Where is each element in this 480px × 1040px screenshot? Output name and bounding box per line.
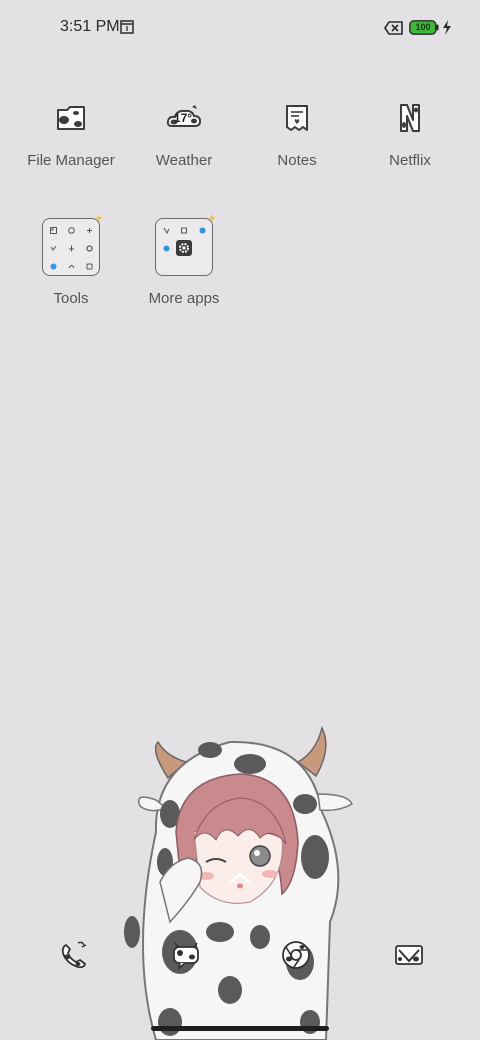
battery-level: 100 [415,22,431,32]
mini-app-icon [181,227,187,234]
mini-app-icon [87,228,92,233]
folder-more-apps[interactable]: More apps [124,214,244,307]
tools-folder-icon [42,214,103,276]
settings-gear-icon [176,240,192,256]
app-label: Weather [155,152,213,169]
app-label: Netflix [389,152,431,169]
mini-app-icon [68,265,75,269]
app-label: Notes [277,152,317,169]
weather-cloud-icon: 17° [166,105,202,127]
phone-cow-icon[interactable] [58,939,90,971]
messages-cow-icon[interactable] [170,939,202,971]
mini-app-icon [69,245,74,252]
mini-app-icon [199,227,206,234]
chrome-cow-icon[interactable] [280,939,312,971]
mini-app-icon [50,263,57,270]
app-label: File Manager [27,152,115,169]
app-netflix[interactable]: Netflix [354,98,466,169]
mini-app-icon [50,227,57,234]
mail-cow-icon[interactable] [393,939,425,971]
mini-app-icon [86,263,93,270]
mini-app-icon [86,245,93,252]
status-time: 3:51 PM [60,18,120,35]
mini-app-icon [163,245,170,252]
folder-tools[interactable]: Tools [11,214,131,307]
weather-temp: 17° [174,111,192,125]
status-bar: 3:51 PM 100 [0,0,480,56]
battery-x-icon [384,21,403,35]
sparkle-icon [95,214,103,222]
gesture-nav-bar[interactable] [151,1026,329,1031]
app-notes[interactable]: Notes [241,98,353,169]
folder-label: More apps [148,290,220,307]
folder-label: Tools [53,290,89,307]
app-weather[interactable]: 17° Weather [128,98,240,169]
netflix-icon [400,104,420,132]
mini-app-icon [163,227,170,234]
bolt-icon [443,20,451,35]
mini-app-icon [68,227,75,234]
app-file-manager[interactable]: File Manager [15,98,127,169]
more-apps-folder-icon [155,214,216,276]
calendar-icon [120,20,134,34]
sparkle-icon [208,214,216,222]
chevron-up-icon[interactable] [229,870,251,884]
folder-cow-icon [57,106,85,130]
notes-icon [286,105,308,131]
mini-app-icon [50,245,57,251]
